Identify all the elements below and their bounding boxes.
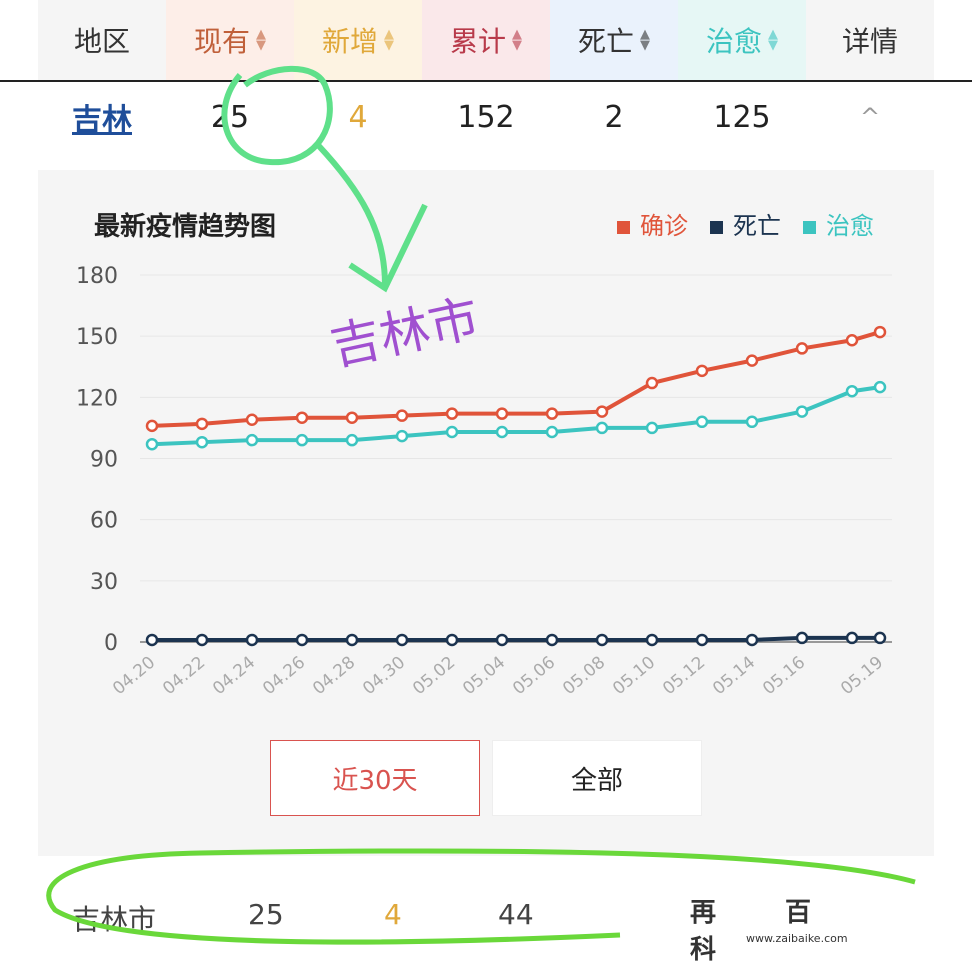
data-point [745, 354, 759, 367]
x-tick-label: 05.16 [759, 653, 809, 700]
x-tick-label: 04.30 [359, 653, 409, 700]
data-point [545, 407, 559, 420]
data-point [295, 633, 309, 647]
data-point [295, 411, 309, 424]
data-point [545, 633, 559, 647]
data-point [195, 417, 209, 431]
data-point [195, 435, 209, 449]
x-tick-label: 04.20 [109, 653, 159, 700]
data-point [345, 411, 359, 424]
data-point [395, 633, 409, 647]
city-total: 44 [498, 898, 534, 931]
y-tick-label: 30 [90, 570, 118, 595]
data-point [645, 376, 659, 390]
data-point [245, 633, 259, 647]
x-tick-label: 04.24 [209, 653, 259, 700]
x-tick-label: 05.12 [659, 653, 709, 700]
data-point [595, 421, 609, 435]
watermark-logo: 再 百科 www.zaibaike.com [690, 898, 848, 965]
x-tick-label: 05.06 [509, 653, 559, 700]
data-point [595, 405, 609, 418]
data-point [145, 437, 159, 451]
x-tick-label: 05.10 [609, 653, 659, 700]
data-point [695, 364, 709, 378]
all-button[interactable]: 全部 [492, 740, 702, 816]
data-point [795, 405, 809, 418]
city-new: 4 [384, 898, 402, 931]
data-point [445, 407, 459, 420]
data-point [195, 633, 209, 647]
x-tick-label: 04.28 [309, 653, 359, 700]
data-point [145, 419, 159, 433]
city-name[interactable]: 吉林市 [72, 898, 156, 938]
data-point [495, 633, 509, 647]
recent-30-days-button[interactable]: 近30天 [270, 740, 480, 816]
trend-chart: 0 30 60 90 120 150 180 04.20 04.22 04.24 04.26 04.2… [76, 264, 892, 700]
data-point [345, 633, 359, 647]
data-point [345, 433, 359, 447]
x-tick-label: 04.22 [159, 653, 209, 700]
data-point [395, 429, 409, 443]
data-point [695, 415, 709, 429]
data-point [445, 425, 459, 439]
data-point [245, 433, 259, 447]
data-point [845, 631, 859, 645]
data-point [873, 325, 887, 339]
data-point [745, 633, 759, 647]
data-point [845, 333, 859, 347]
data-point [873, 380, 887, 394]
data-point [795, 631, 809, 645]
city-current: 25 [248, 898, 284, 931]
x-tick-label: 05.19 [837, 653, 887, 700]
data-point [695, 633, 709, 647]
x-tick-label: 05.14 [709, 653, 759, 700]
series-line-1 [152, 635, 880, 642]
series-line-2 [151, 385, 881, 447]
y-tick-label: 90 [90, 448, 118, 473]
data-point [795, 342, 809, 355]
data-point [395, 409, 409, 422]
y-tick-label: 0 [104, 631, 118, 656]
data-point [445, 633, 459, 647]
series-line-0 [151, 330, 881, 428]
x-tick-label: 05.08 [559, 653, 609, 700]
x-tick-label: 04.26 [259, 653, 309, 700]
x-tick-label: 05.02 [409, 653, 459, 700]
data-point [495, 407, 509, 420]
data-point [595, 633, 609, 647]
y-tick-label: 120 [76, 386, 118, 411]
data-point [645, 633, 659, 647]
data-point [145, 633, 159, 647]
data-point [245, 413, 259, 427]
data-point [545, 425, 559, 439]
y-tick-label: 150 [76, 325, 118, 350]
y-tick-label: 60 [90, 509, 118, 534]
data-point [645, 421, 659, 435]
x-tick-label: 05.04 [459, 653, 509, 700]
data-point [873, 631, 887, 645]
data-point [745, 415, 759, 429]
data-point [295, 433, 309, 447]
data-point [495, 425, 509, 439]
data-point [845, 384, 859, 398]
y-tick-label: 180 [76, 264, 118, 289]
